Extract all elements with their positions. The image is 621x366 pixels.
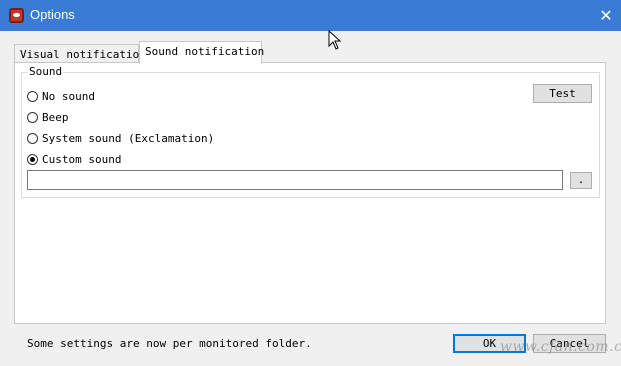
test-button[interactable]: Test bbox=[533, 84, 592, 103]
sound-groupbox: Sound No sound Beep System sound (Exclam… bbox=[21, 65, 600, 198]
tab-sound-notification[interactable]: Sound notification bbox=[139, 41, 264, 64]
close-button[interactable]: ✕ bbox=[591, 0, 621, 31]
tab-panel-sound: Sound No sound Beep System sound (Exclam… bbox=[14, 62, 606, 324]
title-bar[interactable]: Options ✕ bbox=[0, 0, 621, 31]
radio-system-sound[interactable]: System sound (Exclamation) bbox=[27, 131, 214, 145]
browse-button[interactable]: . bbox=[570, 172, 592, 189]
radio-circle[interactable] bbox=[27, 132, 38, 144]
mouse-cursor-icon bbox=[328, 30, 342, 50]
footer-note: Some settings are now per monitored fold… bbox=[27, 337, 312, 350]
radio-label: No sound bbox=[42, 89, 95, 103]
radio-circle[interactable] bbox=[27, 111, 38, 123]
radio-custom-sound[interactable]: Custom sound bbox=[27, 152, 121, 166]
radio-label: Beep bbox=[42, 110, 69, 124]
sound-group-label: Sound bbox=[28, 65, 64, 78]
radio-circle[interactable] bbox=[27, 90, 38, 102]
custom-sound-path-input[interactable] bbox=[27, 170, 563, 190]
tab-visual-notification[interactable]: Visual notification bbox=[14, 44, 146, 63]
watermark: www.cfan.com.cn bbox=[500, 339, 621, 355]
radio-circle-checked[interactable] bbox=[27, 153, 38, 165]
radio-beep[interactable]: Beep bbox=[27, 110, 69, 124]
radio-label: System sound (Exclamation) bbox=[42, 131, 215, 145]
radio-label: Custom sound bbox=[42, 152, 122, 166]
radio-no-sound[interactable]: No sound bbox=[27, 89, 95, 103]
window-title: Options bbox=[30, 7, 75, 22]
app-eye-icon bbox=[9, 8, 24, 23]
